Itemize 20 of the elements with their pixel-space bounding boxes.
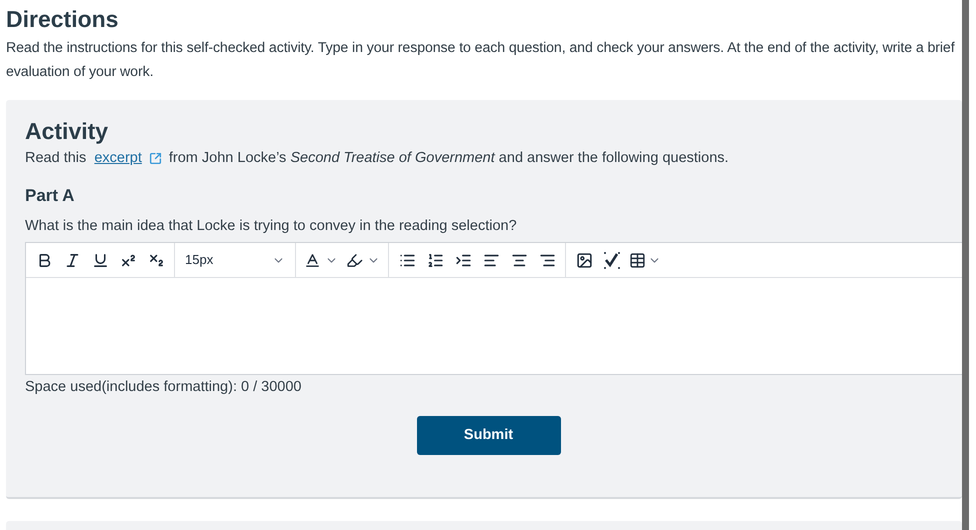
excerpt-link[interactable]: excerpt	[94, 147, 142, 169]
underline-icon	[92, 252, 108, 268]
question-text: What is the main idea that Locke is trying to convey in the reading selection?	[25, 217, 518, 236]
submit-button[interactable]: Submit	[416, 416, 560, 455]
activity-intro: Read this excerpt from John Locke’s Second Treatise of Government and answer the following questions.	[25, 147, 962, 169]
image-icon	[576, 252, 592, 268]
external-link-icon	[148, 152, 162, 164]
text-color-icon	[304, 252, 321, 268]
highlighter-icon	[346, 252, 363, 268]
part-heading: Part A	[25, 185, 76, 207]
check-icon	[602, 250, 622, 270]
activity-heading: Activity	[25, 117, 110, 146]
subscript-icon	[148, 252, 164, 268]
numbered-list-icon	[426, 252, 444, 268]
superscript-icon	[120, 252, 136, 268]
directions-text: Read the instructions for this self-checked activity. Type in your response to each question, and check your answers. At the end of the activity, write a brief evaluation of your work.	[6, 39, 956, 82]
font-size-select[interactable]: 15px	[179, 246, 291, 274]
character-counter: Space used(includes formatting): 0 / 30000	[25, 378, 302, 397]
directions-heading: Directions	[6, 5, 120, 34]
table-icon	[629, 252, 646, 268]
